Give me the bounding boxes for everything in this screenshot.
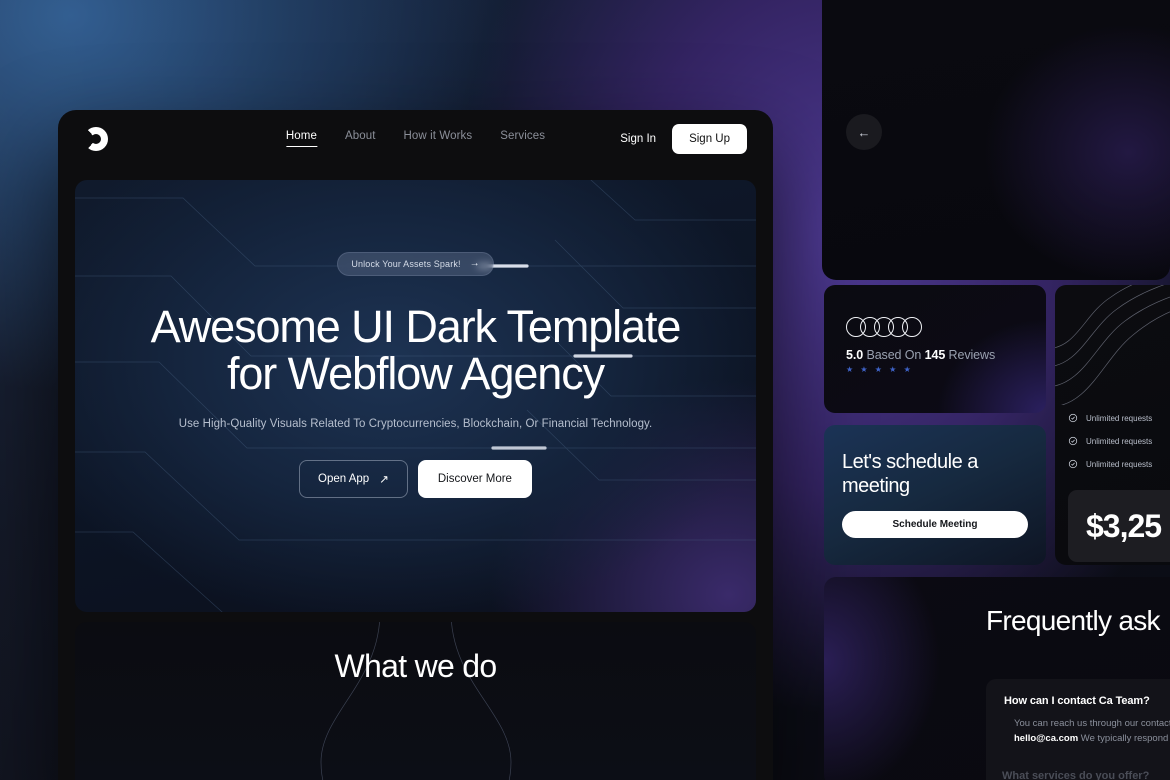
dark-hero-panel: ← bbox=[822, 0, 1170, 280]
faq-question-2[interactable]: What services do you offer? bbox=[1002, 770, 1149, 780]
hero-content: Unlock Your Assets Spark! → Awesome UI D… bbox=[75, 180, 756, 612]
sign-in-link[interactable]: Sign In bbox=[620, 133, 656, 145]
open-app-label: Open App bbox=[318, 472, 370, 485]
secondary-preview-panel: ← 5.0 Based On 145 Reviews ★ ★ ★ ★ ★ Let… bbox=[822, 0, 1170, 780]
arrow-up-right-icon: ↗ bbox=[379, 473, 389, 486]
schedule-meeting-button[interactable]: Schedule Meeting bbox=[842, 511, 1028, 538]
pricing-feature-item: Unlimited requests bbox=[1068, 413, 1152, 423]
star-rating-icon: ★ ★ ★ ★ ★ bbox=[846, 365, 914, 374]
hero-headline-line1: Awesome UI Dark Template bbox=[150, 301, 682, 352]
reviews-summary: 5.0 Based On 145 Reviews bbox=[846, 348, 1046, 362]
services-section: What we do Web Design From concept to la… bbox=[75, 622, 756, 780]
schedule-meeting-card: Let's schedule a meeting Schedule Meetin… bbox=[824, 425, 1046, 565]
pricing-feature-item: Unlimited requests bbox=[1068, 436, 1152, 446]
site-navbar: Home About How it Works Services Sign In… bbox=[58, 110, 773, 167]
faq-title: Frequently ask bbox=[986, 605, 1161, 636]
hero-headline-line2: for Webflow Agency bbox=[226, 347, 605, 399]
check-circle-icon bbox=[1068, 413, 1078, 423]
faq-answer-part2: We typically respond within bbox=[1080, 733, 1170, 745]
hero-subheadline: Use High-Quality Visuals Related To Cryp… bbox=[178, 417, 653, 430]
hero-badge[interactable]: Unlock Your Assets Spark! → bbox=[337, 252, 494, 276]
faq-answer-email[interactable]: hello@ca.com bbox=[1014, 733, 1078, 744]
services-title: What we do bbox=[334, 648, 498, 684]
hero-section: Unlock Your Assets Spark! → Awesome UI D… bbox=[75, 180, 756, 612]
letter-c-logo-icon[interactable] bbox=[84, 126, 108, 151]
ring-5 bbox=[902, 317, 922, 337]
faq-answer: You can reach us through our contact for… bbox=[1014, 716, 1170, 746]
hero-cta-row: Open App ↗ Discover More bbox=[299, 459, 532, 498]
pricing-card: Unlimited requests Unlimited requests Un… bbox=[1055, 285, 1170, 565]
meeting-card-title: Let's schedule a meeting bbox=[842, 451, 978, 497]
check-circle-icon bbox=[1068, 436, 1078, 446]
reviews-card: 5.0 Based On 145 Reviews ★ ★ ★ ★ ★ bbox=[824, 285, 1046, 413]
arrow-left-icon: ← bbox=[857, 124, 871, 140]
website-preview-panel: Home About How it Works Services Sign In… bbox=[58, 110, 773, 780]
pricing-feature-label: Unlimited requests bbox=[1086, 459, 1153, 469]
nav-item-how-it-works[interactable]: How it Works bbox=[404, 130, 473, 147]
open-app-button[interactable]: Open App ↗ bbox=[299, 459, 408, 498]
pricing-feature-label: Unlimited requests bbox=[1086, 436, 1153, 446]
navbar-actions: Sign In Sign Up bbox=[620, 123, 747, 154]
check-circle-icon bbox=[1068, 459, 1078, 469]
pricing-feature-label: Unlimited requests bbox=[1086, 413, 1153, 423]
hero-badge-label: Unlock Your Assets Spark! bbox=[351, 259, 461, 269]
sign-up-button[interactable]: Sign Up bbox=[672, 123, 747, 154]
faq-section: Frequently ask How can I contact Ca Team… bbox=[824, 577, 1170, 780]
discover-more-button[interactable]: Discover More bbox=[417, 459, 532, 498]
nav-item-services[interactable]: Services bbox=[500, 130, 545, 147]
pricing-feature-item: Unlimited requests bbox=[1068, 459, 1152, 469]
price-amount: $3,25 bbox=[1086, 507, 1162, 544]
review-count: 145 bbox=[924, 348, 946, 362]
arrow-right-icon: → bbox=[469, 258, 480, 269]
faq-question: How can I contact Ca Team? bbox=[1004, 695, 1150, 707]
faq-item[interactable]: How can I contact Ca Team? You can reach… bbox=[986, 679, 1170, 780]
services-decorative-curves bbox=[320, 622, 512, 780]
hero-headline: Awesome UI Dark Template for Webflow Age… bbox=[150, 301, 682, 399]
faq-answer-part1: You can reach us through our contact for… bbox=[1014, 718, 1170, 729]
main-navigation: Home About How it Works Services bbox=[285, 130, 545, 147]
review-text-before: Based On bbox=[863, 348, 925, 362]
nav-item-about[interactable]: About bbox=[345, 130, 376, 147]
five-rings-logo-icon bbox=[846, 317, 1046, 337]
review-score: 5.0 bbox=[846, 348, 864, 362]
price-box: $3,25 bbox=[1068, 490, 1170, 562]
review-text-after: Reviews bbox=[945, 348, 996, 362]
nav-item-home[interactable]: Home bbox=[285, 130, 318, 147]
pricing-feature-list: Unlimited requests Unlimited requests Un… bbox=[1068, 413, 1152, 482]
back-button[interactable]: ← bbox=[846, 114, 882, 150]
pricing-flow-lines bbox=[1055, 285, 1170, 405]
